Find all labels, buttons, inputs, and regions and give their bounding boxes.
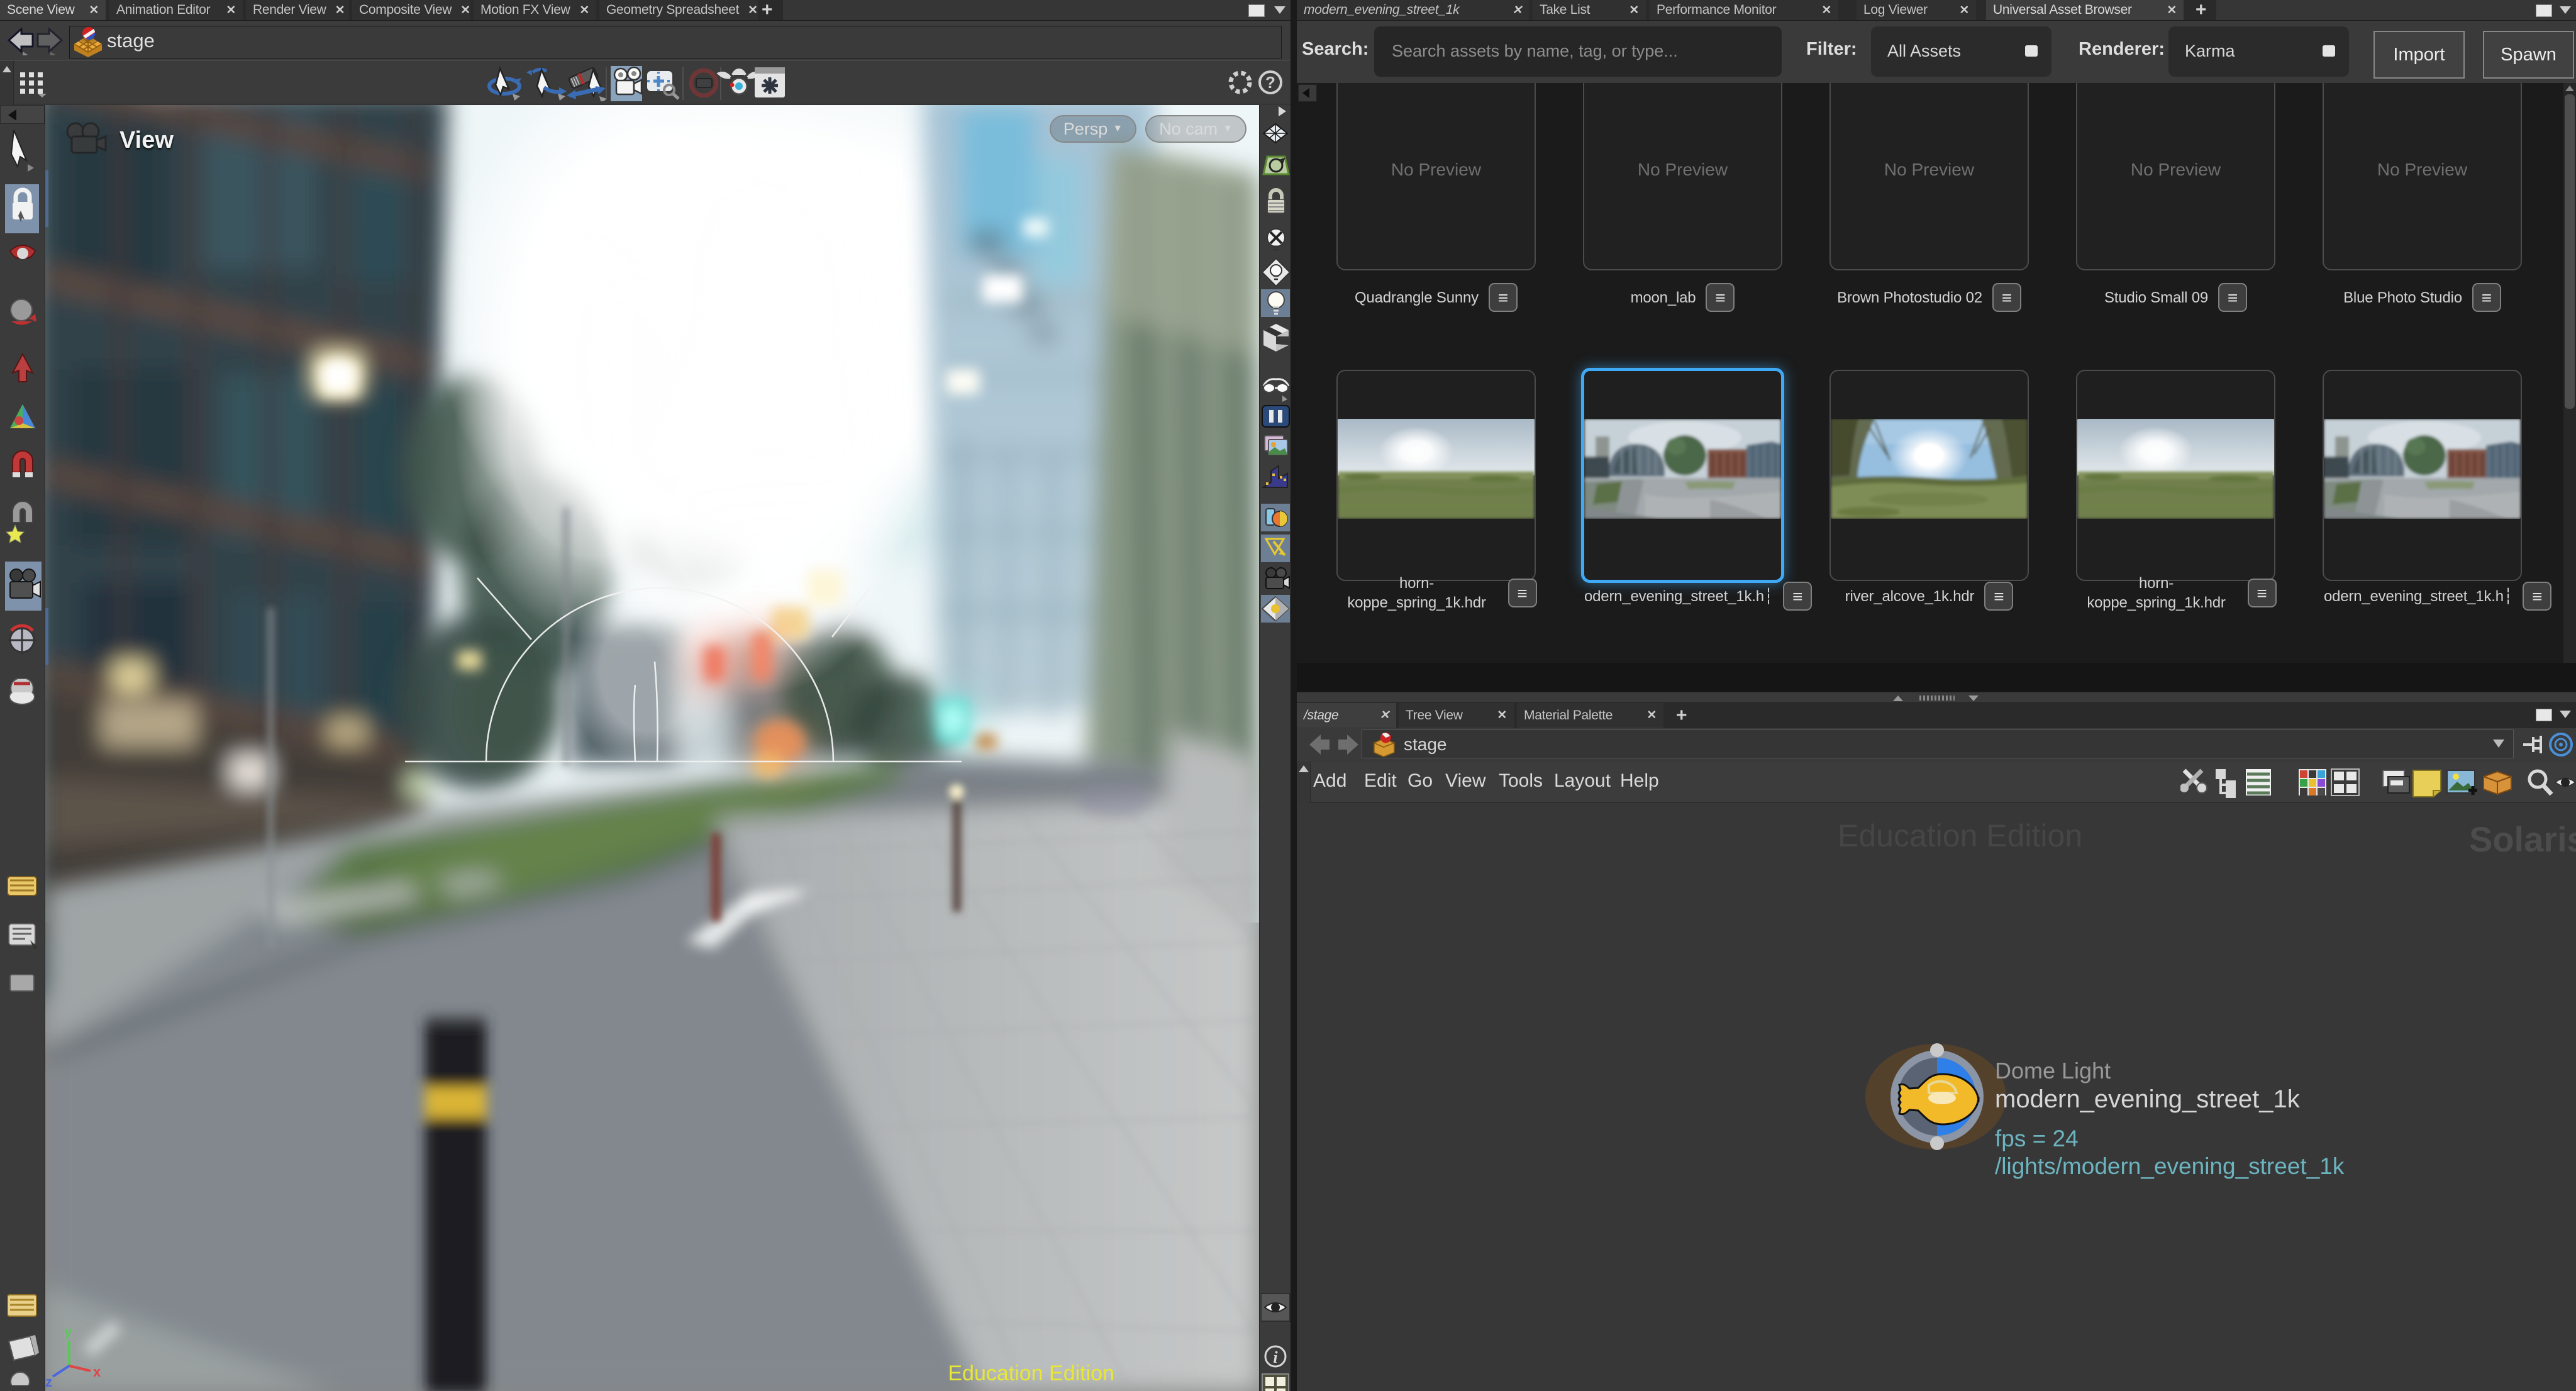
svg-text:View: View <box>119 127 174 153</box>
svg-text:i: i <box>1273 1348 1278 1366</box>
svg-text:y: y <box>64 1324 72 1339</box>
svg-text:Education Edition: Education Edition <box>948 1361 1114 1385</box>
svg-text:?: ? <box>1265 73 1275 92</box>
svg-text:x: x <box>93 1364 101 1380</box>
